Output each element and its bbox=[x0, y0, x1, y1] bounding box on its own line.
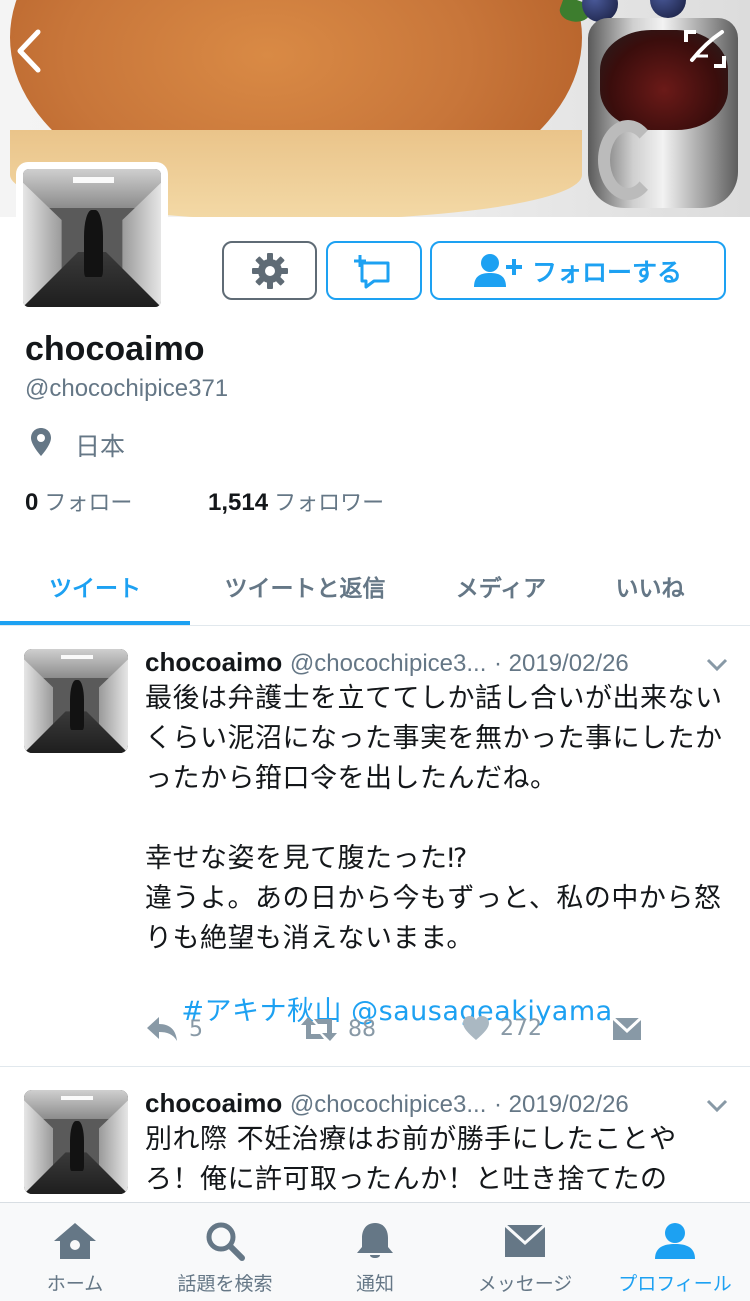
tweet-author-handle[interactable]: @chocochipice3... bbox=[290, 1091, 486, 1118]
profile-avatar[interactable] bbox=[16, 162, 168, 314]
gear-icon bbox=[251, 252, 288, 289]
bell-icon bbox=[357, 1223, 393, 1258]
list-add-icon bbox=[354, 254, 390, 288]
profile-handle: @chocochipice371 bbox=[25, 375, 229, 402]
edit-photo-icon bbox=[684, 30, 726, 68]
nav-home[interactable]: ホーム bbox=[0, 1203, 150, 1301]
active-tab-indicator bbox=[0, 621, 190, 625]
following-label: フォロー bbox=[44, 491, 133, 516]
nav-messages[interactable]: メッセージ bbox=[450, 1203, 600, 1301]
avatar-image bbox=[24, 649, 128, 753]
edit-banner-button[interactable] bbox=[682, 28, 728, 70]
nav-home-label: ホーム bbox=[46, 1273, 104, 1295]
tweet-header: chocoaimo @chocochipice3... · 2019/02/26 bbox=[145, 1088, 730, 1119]
bottom-tab-bar: ホーム 話題を検索 通知 メッセージ プロフィール bbox=[0, 1202, 750, 1301]
nav-notifications-label: 通知 bbox=[355, 1273, 394, 1295]
add-to-list-button[interactable] bbox=[326, 241, 422, 300]
person-icon bbox=[655, 1223, 695, 1259]
tweet-author-name[interactable]: chocoaimo bbox=[145, 1088, 282, 1118]
retweet-count: 88 bbox=[348, 1016, 376, 1042]
chevron-down-icon[interactable] bbox=[706, 1099, 728, 1113]
reply-count: 5 bbox=[189, 1016, 203, 1042]
tab-likes[interactable]: いいね bbox=[580, 548, 720, 624]
tweet-links: #アキナ秋山 @sausageakiyama bbox=[145, 952, 730, 1072]
retweet-icon bbox=[301, 1017, 337, 1041]
envelope-icon bbox=[612, 1017, 642, 1040]
like-button[interactable]: 272 bbox=[462, 1015, 542, 1041]
reply-button[interactable]: 5 bbox=[145, 1015, 203, 1043]
nav-profile-label: プロフィール bbox=[618, 1273, 732, 1295]
settings-button[interactable] bbox=[222, 241, 317, 300]
tweet-text: 別れ際 不妊治療はお前が勝手にしたことやろ！俺に許可取ったんか！と吐き捨てたの bbox=[145, 1124, 677, 1195]
tweet[interactable]: chocoaimo @chocochipice3... · 2019/02/26… bbox=[0, 627, 750, 1067]
heart-icon bbox=[463, 1016, 489, 1040]
nav-search-label: 話題を検索 bbox=[177, 1273, 273, 1295]
tab-media[interactable]: メディア bbox=[420, 548, 582, 624]
following-stat[interactable]: 0 フォロー bbox=[25, 485, 132, 517]
tweet[interactable]: chocoaimo @chocochipice3... · 2019/02/26… bbox=[0, 1068, 750, 1208]
profile-name: chocoaimo bbox=[25, 330, 205, 368]
direct-message-button[interactable] bbox=[612, 1017, 642, 1041]
banner-cup-handle bbox=[598, 120, 658, 200]
followers-count: 1,514 bbox=[208, 489, 269, 516]
like-count: 272 bbox=[500, 1015, 542, 1041]
tweet-avatar[interactable] bbox=[24, 1090, 128, 1194]
tweet-header: chocoaimo @chocochipice3... · 2019/02/26 bbox=[145, 647, 730, 678]
tweet-author-handle[interactable]: @chocochipice3... bbox=[290, 650, 486, 677]
avatar-image bbox=[23, 169, 161, 307]
nav-search[interactable]: 話題を検索 bbox=[150, 1203, 300, 1301]
tweet-date: · 2019/02/26 bbox=[494, 1091, 629, 1118]
tweet-text: 最後は弁護士を立ててしか話し合いが出来ないくらい泥沼になった事実を無かった事にし… bbox=[145, 683, 723, 954]
profile-location: 日本 bbox=[75, 432, 126, 461]
chevron-down-icon[interactable] bbox=[706, 658, 728, 672]
tab-tweets[interactable]: ツイート bbox=[0, 548, 190, 624]
tab-tweets-and-replies[interactable]: ツイートと返信 bbox=[200, 548, 410, 624]
nav-messages-label: メッセージ bbox=[477, 1273, 573, 1295]
location-icon bbox=[31, 428, 51, 456]
avatar-image bbox=[24, 1090, 128, 1194]
reply-icon bbox=[147, 1017, 177, 1041]
back-button[interactable] bbox=[10, 26, 50, 76]
follow-button-label: フォローする bbox=[531, 257, 682, 287]
search-icon bbox=[206, 1222, 245, 1261]
nav-profile[interactable]: プロフィール bbox=[600, 1203, 750, 1301]
nav-notifications[interactable]: 通知 bbox=[300, 1203, 450, 1301]
home-icon bbox=[54, 1223, 96, 1259]
banner-berry bbox=[650, 0, 686, 18]
following-count: 0 bbox=[25, 489, 39, 516]
tweet-author-name[interactable]: chocoaimo bbox=[145, 647, 282, 677]
chevron-left-icon bbox=[17, 29, 41, 73]
add-user-icon bbox=[473, 253, 522, 287]
tweet-avatar[interactable] bbox=[24, 649, 128, 753]
profile-tabs: ツイート ツイートと返信 メディア いいね bbox=[0, 548, 750, 626]
tweet-date: · 2019/02/26 bbox=[494, 650, 629, 677]
followers-stat[interactable]: 1,514 フォロワー bbox=[208, 485, 384, 517]
retweet-button[interactable]: 88 bbox=[300, 1015, 376, 1043]
followers-label: フォロワー bbox=[274, 491, 385, 516]
follow-button[interactable]: フォローする bbox=[430, 241, 726, 300]
mail-icon bbox=[503, 1223, 547, 1257]
